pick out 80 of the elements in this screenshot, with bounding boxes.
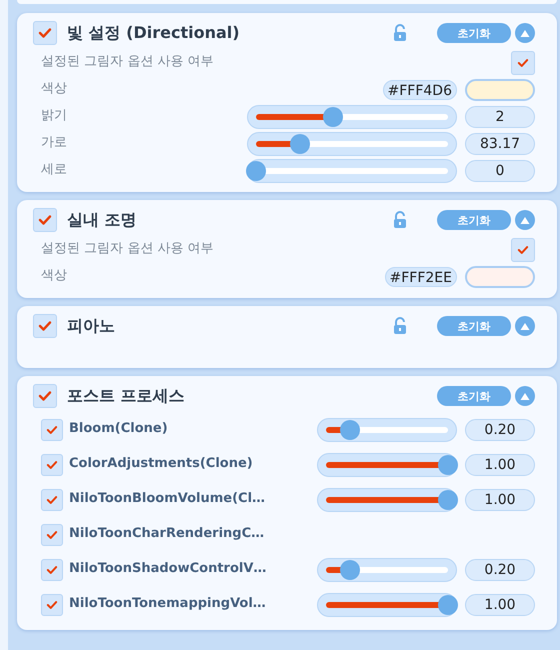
check-icon [46,600,58,610]
setting-label: 설정된 그림자 옵션 사용 여부 [41,242,214,257]
setting-label: ColorAdjustments(Clone) [69,457,253,472]
slider-thumb[interactable] [246,160,266,180]
checkbox[interactable] [33,21,57,45]
color-swatch[interactable] [465,78,535,100]
setting-label: NiloToonBloomVolume(Cl… [69,492,266,507]
setting-label: 색상 [41,82,67,97]
triangle-icon [520,28,530,38]
slider[interactable] [317,592,457,616]
checkbox[interactable] [41,524,63,546]
check-icon [38,27,52,39]
slider-thumb[interactable] [340,560,360,580]
check-icon [46,460,58,470]
value-field[interactable]: 1.00 [465,488,535,510]
checkbox[interactable] [41,454,63,476]
padlock-icon[interactable] [393,317,407,335]
triangle-icon [520,216,530,224]
value-field[interactable]: 83.17 [465,132,535,154]
slider-thumb[interactable] [438,594,458,614]
collapse-button[interactable] [515,23,535,43]
checkbox[interactable] [41,594,63,616]
check-icon [46,424,58,434]
hex-field[interactable]: #FFF4D6 [382,80,457,100]
color-swatch[interactable] [465,266,535,288]
checkbox[interactable] [33,314,57,338]
triangle-icon [520,392,530,400]
value-field[interactable]: 2 [465,106,535,128]
checkbox[interactable] [41,558,63,580]
section-title: 포스트 프로세스 [67,387,185,405]
padlock-icon[interactable] [393,24,407,42]
triangle-icon [520,322,530,330]
setting-label: 설정된 그림자 옵션 사용 여부 [41,55,214,70]
checkbox[interactable] [41,488,63,510]
section-title: 빛 설정 (Directional) [67,24,240,42]
checkbox[interactable] [511,50,535,74]
setting-label: NiloToonTonemappingVol… [69,597,266,612]
slider-thumb[interactable] [290,134,310,154]
check-icon [46,564,58,574]
checkbox[interactable] [511,238,535,262]
setting-label: 세로 [41,163,67,178]
setting-label: NiloToonCharRenderingC… [69,527,264,542]
section-title: 피아노 [67,317,115,335]
checkbox[interactable] [33,384,57,408]
slider[interactable] [247,132,457,156]
slider[interactable] [317,558,457,582]
value-field[interactable]: 1.00 [465,594,535,616]
padlock-icon[interactable] [393,211,407,229]
setting-label: 밝기 [41,109,67,124]
value-field[interactable]: 0.20 [465,558,535,580]
collapse-button[interactable] [515,316,535,336]
slider-thumb[interactable] [322,106,343,126]
setting-label: NiloToonShadowControlV… [69,562,266,577]
setting-label: 색상 [41,269,67,284]
slider[interactable] [247,158,457,182]
collapse-button[interactable] [515,386,535,406]
check-icon [38,214,52,226]
check-icon [46,494,58,504]
section-title: 실내 조명 [67,211,137,229]
checkbox[interactable] [41,418,63,440]
checkbox[interactable] [33,208,57,232]
hex-field[interactable]: #FFF2EE [384,266,457,286]
value-field[interactable]: 0.20 [465,418,535,440]
setting-label: Bloom(Clone) [69,422,168,437]
check-icon [38,320,52,332]
setting-label: 가로 [41,136,67,151]
value-field[interactable]: 1.00 [465,454,535,476]
check-icon [517,244,529,254]
slider-thumb[interactable] [438,490,458,510]
check-icon [517,58,529,68]
slider-thumb[interactable] [438,454,458,474]
slider[interactable] [317,452,457,476]
slider[interactable] [317,418,457,442]
slider[interactable] [247,104,457,128]
slider[interactable] [317,488,457,512]
value-field[interactable]: 0 [465,160,535,182]
check-icon [38,390,52,402]
collapse-button[interactable] [515,210,535,230]
slider-thumb[interactable] [340,420,360,440]
check-icon [46,530,58,540]
